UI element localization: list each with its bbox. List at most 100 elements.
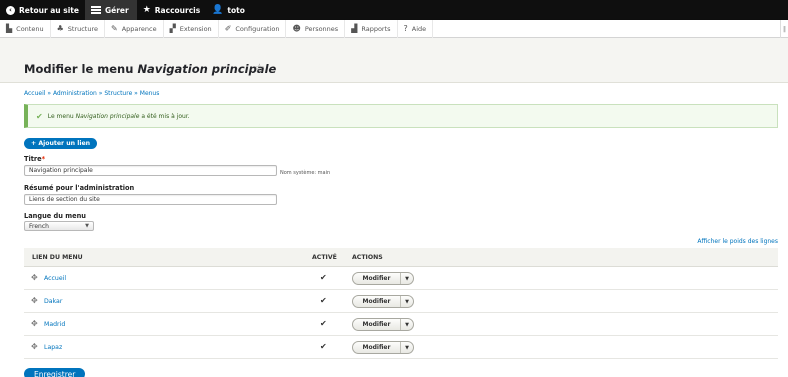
caret-down-icon[interactable]: ▼ [401,276,413,282]
breadcrumb-administration[interactable]: Administration [53,90,97,97]
page-icon: ▙ [6,23,13,33]
shortcut-star-icon[interactable]: ☆ [254,61,265,75]
menu-link[interactable]: Lapaz [44,344,62,351]
column-header-link: LIEN DU MENU [32,254,83,261]
status-message: ✔ Le menu Navigation principale a été mi… [24,104,778,128]
admin-menu-bar: ▙ Contenu ♣ Structure ✎ Apparence ▞ Exte… [0,19,788,38]
show-weights-link[interactable]: Afficher le poids des lignes [697,238,778,245]
help-icon: ? [403,23,408,33]
menu-item-extension[interactable]: ▞ Extension [164,19,219,38]
people-icon: ☻ [292,23,301,33]
language-select[interactable]: French ▼ [24,221,94,231]
operations-dropbutton: Modifier ▼ [352,318,414,331]
status-suffix: a été mis à jour. [139,112,190,120]
edit-button[interactable]: Modifier [353,342,401,353]
menu-item-apparence[interactable]: ✎ Apparence [105,19,164,38]
check-icon: ✔ [36,111,43,121]
language-value: French [29,222,49,230]
puzzle-icon: ▞ [169,23,176,33]
menu-item-label: Contenu [16,24,44,33]
caret-down-icon[interactable]: ▼ [401,345,413,351]
edit-button[interactable]: Modifier [353,273,401,284]
menu-item-rapports[interactable]: ▟ Rapports [345,19,398,38]
enabled-checkbox[interactable]: ✔ [320,273,327,282]
structure-icon: ♣ [56,23,64,33]
table-row: ✥ Accueil ✔ Modifier ▼ [24,267,778,290]
required-marker: * [41,155,46,163]
enabled-checkbox[interactable]: ✔ [320,319,327,328]
menu-item-label: Extension [179,24,212,33]
table-row: ✥ Lapaz ✔ Modifier ▼ [24,336,778,359]
menu-item-label: Personnes [304,24,339,33]
menu-item-structure[interactable]: ♣ Structure [51,19,105,38]
brush-icon: ✎ [111,23,118,33]
menu-link[interactable]: Madrid [44,321,65,328]
menu-item-label: Configuration [235,24,280,33]
breadcrumb-structure[interactable]: Structure [104,90,132,97]
enabled-checkbox[interactable]: ✔ [320,342,327,351]
menu-item-label: Rapports [361,24,391,33]
menu-item-label: Aide [411,24,427,33]
menu-item-label: Structure [67,24,98,33]
title-label: Titre* [24,155,45,163]
drag-handle-icon[interactable]: ✥ [31,297,38,305]
user-tab[interactable]: 👤 toto [206,0,251,20]
menu-link[interactable]: Dakar [44,298,62,305]
breadcrumb-separator: » [132,90,140,97]
edit-button[interactable]: Modifier [353,296,401,307]
chevron-down-icon: ▼ [85,223,89,229]
back-to-site-label: Retour au site [19,5,79,15]
page-header [0,38,788,83]
page-title-prefix: Modifier le menu [24,62,138,76]
menu-links-table: LIEN DU MENU ACTIVÉ ACTIONS ✥ Accueil ✔ … [24,248,778,359]
caret-down-icon[interactable]: ▼ [401,322,413,328]
page-title: Modifier le menu Navigation principale [24,62,276,76]
wrench-icon: ✐ [224,23,232,33]
table-row: ✥ Dakar ✔ Modifier ▼ [24,290,778,313]
arrow-left-icon: ‹ [6,5,15,15]
edit-button[interactable]: Modifier [353,319,401,330]
menu-item-configuration[interactable]: ✐ Configuration [219,19,287,38]
column-header-actions: ACTIONS [352,254,383,261]
menu-link[interactable]: Accueil [44,275,66,282]
menu-item-contenu[interactable]: ▙ Contenu [0,19,51,38]
breadcrumb-separator: » [45,90,53,97]
manage-label: Gérer [104,5,129,15]
title-label-text: Titre [24,155,42,163]
menu-item-label: Apparence [121,24,157,33]
summary-label: Résumé pour l'administration [24,184,135,192]
manage-tab[interactable]: Gérer [84,0,137,20]
operations-dropbutton: Modifier ▼ [352,295,414,308]
shortcuts-tab[interactable]: ★ Raccourcis [137,0,206,20]
column-header-enabled: ACTIVÉ [312,254,337,261]
title-input[interactable]: Navigation principale [24,165,277,176]
breadcrumb: Accueil » Administration » Structure » M… [24,90,159,97]
enabled-checkbox[interactable]: ✔ [320,296,327,305]
status-prefix: Le menu [47,112,76,120]
menu-icon [90,6,101,14]
user-label: toto [227,5,245,15]
add-link-button[interactable]: + Ajouter un lien [24,138,98,149]
orientation-toggle[interactable]: ‖ [780,20,788,38]
breadcrumb-menus[interactable]: Menus [140,90,160,97]
table-header: LIEN DU MENU ACTIVÉ ACTIONS [24,248,778,267]
status-menu-name: Navigation principale [75,112,140,120]
caret-down-icon[interactable]: ▼ [401,299,413,305]
menu-item-personnes[interactable]: ☻ Personnes [286,19,346,38]
menu-item-aide[interactable]: ? Aide [398,19,434,38]
operations-dropbutton: Modifier ▼ [352,272,414,285]
operations-dropbutton: Modifier ▼ [352,341,414,354]
breadcrumb-accueil[interactable]: Accueil [24,90,45,97]
drag-handle-icon[interactable]: ✥ [31,320,38,328]
drag-handle-icon[interactable]: ✥ [31,343,38,351]
summary-input[interactable]: Liens de section du site [24,194,277,205]
shortcuts-label: Raccourcis [154,5,201,15]
user-icon: 👤 [212,4,224,15]
save-button[interactable]: Enregistrer [24,368,86,377]
drag-handle-icon[interactable]: ✥ [31,274,38,282]
system-name: Nom système: main [280,170,331,176]
status-text: Le menu Navigation principale a été mis … [48,113,190,120]
table-row: ✥ Madrid ✔ Modifier ▼ [24,313,778,336]
bar-chart-icon: ▟ [351,23,358,33]
back-to-site-link[interactable]: ‹ Retour au site [0,0,85,20]
